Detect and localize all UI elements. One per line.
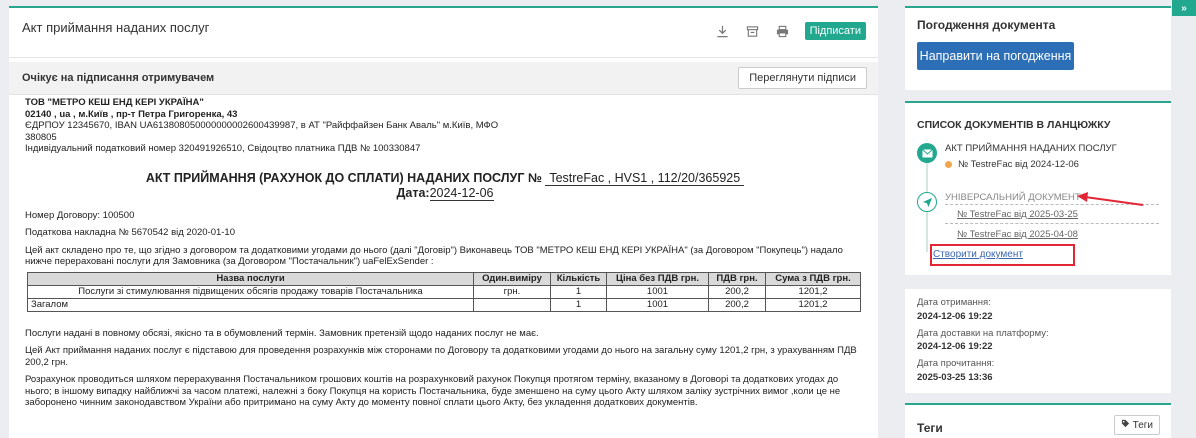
archive-icon[interactable] [745, 23, 761, 39]
mfo: 380805 [25, 131, 57, 143]
tax-invoice: Податкова накладна № 5670542 від 2020-01… [25, 227, 236, 238]
col-header: Сума з ПДВ грн. [765, 271, 861, 286]
col-header: ПДВ грн. [708, 271, 766, 286]
received-value: 2024-12-06 19:22 [917, 311, 993, 322]
document-title: Акт приймання наданих послуг [22, 20, 210, 35]
tags-button[interactable]: Теги [1113, 415, 1160, 435]
intro-text: Цей акт складено про те, що згідно з дог… [25, 244, 843, 268]
send-icon [917, 192, 937, 212]
act-title: АКТ ПРИЙМАННЯ (РАХУНОК ДО СПЛАТИ) НАДАНИ… [25, 170, 865, 186]
approval-panel: Погодження документа Направити на погодж… [905, 6, 1171, 90]
dates-panel: Дата отримання: 2024-12-06 19:22 Дата до… [905, 289, 1171, 393]
col-header: Один.виміру [473, 271, 551, 286]
chain-doc1-ref-text: № TestreFac від 2024-12-06 [958, 159, 1079, 170]
table-cell: 200,2 [708, 297, 766, 312]
document-toolbar: Підписати [715, 22, 866, 40]
table-cell: Загалом [27, 297, 474, 312]
table-cell [473, 297, 551, 312]
table-cell: Послуги зі стимулювання підвищених обсяг… [27, 284, 474, 299]
sign-button[interactable]: Підписати [804, 22, 866, 40]
table-row: Загалом 1 1001 200,2 1201,2 [27, 297, 861, 312]
status-text: Очікує на підписання отримувачем [22, 72, 215, 84]
company-address: 02140 , ua , м.Київ , пр-т Петра Григоре… [25, 108, 238, 120]
company-name: ТОВ "МЕТРО КЕШ ЕНД КЕРІ УКРАЇНА" [25, 97, 204, 108]
send-for-approval-button[interactable]: Направити на погодження [917, 42, 1074, 70]
date-label: Дата: [396, 186, 430, 200]
tag-icon [1121, 419, 1130, 431]
chain-panel: СПИСОК ДОКУМЕНТІВ В ЛАНЦЮЖКУ АКТ ПРИЙМАН… [905, 101, 1171, 275]
collapse-toggle-icon[interactable]: » [1172, 0, 1196, 16]
table-row: Послуги зі стимулювання підвищених обсяг… [27, 284, 861, 299]
download-icon[interactable] [715, 23, 731, 39]
approval-title: Погодження документа [917, 18, 1056, 32]
create-document-link[interactable]: Створити документ [933, 249, 1023, 260]
date-value: 2024-12-06 [429, 186, 494, 201]
tags-title: Теги [917, 421, 943, 435]
act-number: TestreFac , HVS1 , 112/20/365925 [545, 170, 745, 186]
print-icon[interactable] [775, 23, 791, 39]
delivered-value: 2024-12-06 19:22 [917, 341, 993, 352]
paragraph-3: Розрахунок проводиться шляхом перерахува… [25, 374, 841, 408]
table-cell: 1201,2 [765, 284, 861, 299]
col-header: Ціна без ПДВ грн. [606, 271, 709, 286]
act-title-text: АКТ ПРИЙМАННЯ (РАХУНОК ДО СПЛАТИ) НАДАНИ… [145, 170, 542, 185]
divider [945, 223, 1159, 224]
table-header-row: Назва послуги Один.виміру Кількість Ціна… [27, 271, 861, 286]
chain-doc1-ref: № TestreFac від 2024-12-06 [945, 159, 1079, 170]
chain-doc1-title[interactable]: АКТ ПРИЙМАННЯ НАДАНИХ ПОСЛУГ [945, 143, 1117, 154]
chain-title: СПИСОК ДОКУМЕНТІВ В ЛАНЦЮЖКУ [917, 119, 1111, 131]
delivered-label: Дата доставки на платформу: [917, 328, 1049, 339]
received-label: Дата отримання: [917, 297, 991, 308]
col-header: Кількість [550, 271, 607, 286]
tax-details: Індивідуальний податковий номер 32049192… [25, 143, 421, 154]
chain-connector [926, 163, 928, 192]
read-label: Дата прочитання: [917, 358, 995, 369]
chain-doc2-ref2-link[interactable]: № TestreFac від 2025-04-08 [957, 229, 1078, 240]
table-cell: 1 [550, 284, 607, 299]
annotation-arrow [1077, 192, 1144, 206]
table-cell: 1001 [606, 297, 709, 312]
paragraph-1: Послуги надані в повному обсязі, якісно … [25, 327, 539, 339]
document-body: ТОВ "МЕТРО КЕШ ЕНД КЕРІ УКРАЇНА" 02140 ,… [25, 97, 865, 409]
view-signatures-button[interactable]: Переглянути підписи [738, 67, 867, 89]
paragraph-2: Цей Акт приймання наданих послуг є підст… [25, 345, 857, 368]
chain-connector [926, 212, 928, 252]
bank-details: ЄДРПОУ 12345670, IBAN UA6138080500000000… [25, 120, 499, 131]
col-header: Назва послуги [27, 271, 474, 286]
document-header: Акт приймання наданих послуг Підписати [9, 8, 878, 58]
table-cell: 1001 [606, 284, 709, 299]
pending-status-dot [945, 160, 952, 168]
document-panel: Акт приймання наданих послуг Підписати О… [9, 6, 878, 438]
table-cell: грн. [473, 284, 551, 299]
chain-doc2-title[interactable]: УНІВЕРСАЛЬНИЙ ДОКУМЕНТ [945, 192, 1081, 203]
status-bar: Очікує на підписання отримувачем Перегля… [9, 62, 878, 95]
services-table: Назва послуги Один.виміру Кількість Ціна… [27, 271, 861, 312]
chain-doc2-ref1-link[interactable]: № TestreFac від 2025-03-25 [957, 209, 1078, 220]
table-cell: 1201,2 [765, 297, 861, 312]
contract-number: Номер Договору: 100500 [25, 209, 135, 221]
table-cell: 1 [550, 297, 607, 312]
table-cell: 200,2 [708, 284, 766, 299]
envelope-icon [917, 143, 937, 163]
tags-button-label: Теги [1132, 419, 1153, 431]
act-date: Дата:2024-12-06 [25, 186, 865, 201]
read-value: 2025-03-25 13:36 [917, 372, 993, 383]
tags-panel: Теги Теги [905, 403, 1171, 438]
